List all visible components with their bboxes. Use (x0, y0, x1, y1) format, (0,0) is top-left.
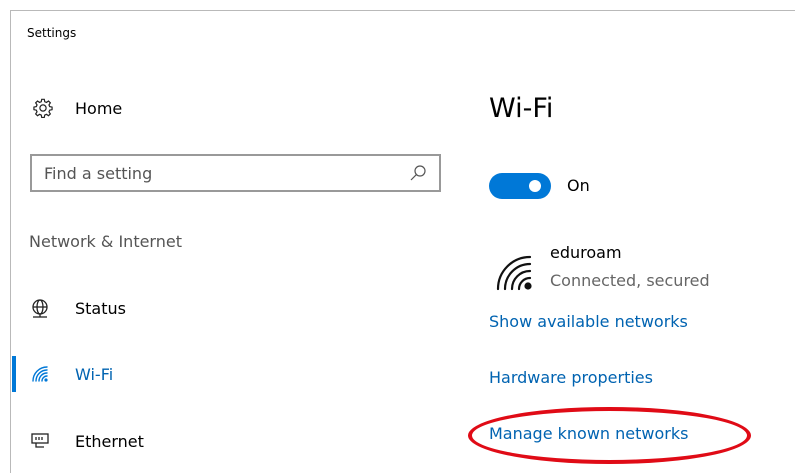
network-status: Connected, secured (550, 271, 710, 290)
wifi-toggle[interactable] (489, 173, 551, 199)
connected-network[interactable]: eduroam Connected, secured (494, 243, 754, 299)
search-input[interactable] (44, 162, 404, 184)
gear-icon (33, 98, 53, 119)
window-title: Settings (27, 26, 77, 40)
page-title: Wi-Fi (489, 93, 554, 124)
show-available-networks-link[interactable]: Show available networks (489, 312, 688, 331)
globe-icon (32, 299, 48, 318)
sidebar-item-label: Ethernet (75, 431, 144, 451)
sidebar-item-label: Status (75, 298, 126, 318)
sidebar-item-ethernet[interactable]: Ethernet (30, 425, 144, 457)
selected-indicator (12, 356, 16, 392)
hardware-properties-link[interactable]: Hardware properties (489, 368, 653, 387)
manage-known-networks-link[interactable]: Manage known networks (489, 424, 688, 443)
home-label: Home (75, 98, 123, 118)
sidebar-item-wifi[interactable]: Wi-Fi (30, 358, 113, 390)
ethernet-icon (31, 433, 49, 448)
wifi-icon (32, 366, 48, 382)
toggle-state-label: On (567, 176, 590, 195)
network-ssid: eduroam (550, 243, 622, 262)
toggle-knob (529, 180, 541, 192)
search-icon[interactable] (409, 164, 427, 182)
sidebar-item-status[interactable]: Status (30, 292, 126, 324)
wifi-signal-icon (496, 255, 532, 291)
search-box[interactable] (30, 154, 441, 192)
sidebar-item-label: Wi-Fi (75, 364, 114, 384)
section-header: Network & Internet (29, 232, 182, 251)
home-nav-item[interactable]: Home (32, 93, 122, 123)
